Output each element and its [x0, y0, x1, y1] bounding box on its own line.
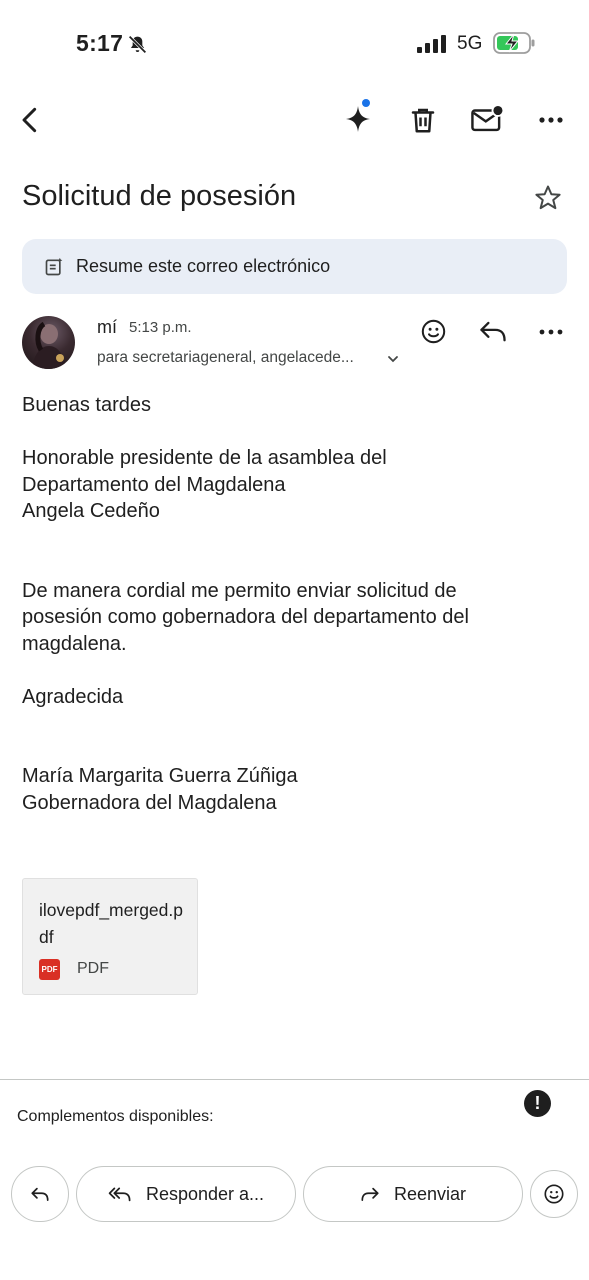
gemini-sparkle-icon[interactable] [343, 98, 377, 134]
emoji-reaction-button[interactable] [530, 1170, 578, 1218]
summarize-email-label: Resume este correo electrónico [76, 256, 331, 276]
body-line [22, 419, 567, 446]
attachment-type: PDF [77, 960, 109, 977]
more-horizontal-icon[interactable] [538, 112, 564, 128]
reply-all-icon [108, 1185, 132, 1203]
body-line: Departamento del Magdalena [22, 473, 286, 496]
attachment-name: ilovepdf_merged.pdf [39, 900, 183, 947]
body-line: María Margarita Guerra Zúñiga [22, 765, 298, 787]
recipients-label: para secretariageneral, angelacede... [97, 349, 354, 366]
body-line: Angela Cedeño [22, 500, 160, 522]
signal-icon [417, 35, 447, 53]
reply-all-button[interactable]: Responder a... [76, 1166, 296, 1222]
message-more-icon[interactable] [538, 324, 564, 340]
addons-label: Complementos disponibles: [17, 1108, 214, 1125]
body-line: posesión como gobernadora del departamen… [22, 606, 469, 628]
pdf-file-icon: PDF [39, 959, 60, 980]
emoji-react-icon[interactable] [420, 318, 447, 345]
trash-icon[interactable] [408, 104, 438, 136]
emoji-icon [543, 1183, 565, 1205]
body-line: De manera cordial me permito enviar soli… [22, 579, 457, 602]
body-line: Honorable presidente de la asamblea del [22, 447, 387, 469]
bell-off-icon [127, 34, 148, 55]
star-icon[interactable] [533, 183, 563, 213]
status-time: 5:17 [76, 30, 124, 56]
alert-icon[interactable]: ! [524, 1090, 551, 1117]
body-line [22, 551, 567, 578]
body-line: magdalena. [22, 632, 127, 655]
sent-time: 5:13 p.m. [129, 319, 192, 336]
reply-all-label: Responder a... [145, 1183, 265, 1204]
reply-icon[interactable] [478, 318, 508, 344]
summarize-email-chip[interactable]: Resume este correo electrónico [22, 239, 567, 294]
recipients-summary[interactable]: para secretariageneral, angelacede... [97, 349, 354, 367]
forward-icon [360, 1185, 380, 1203]
body-line: Agradecida [22, 685, 124, 708]
attachment-card[interactable]: ilovepdf_merged.pdf PDF PDF [22, 878, 198, 995]
body-line: Gobernadora del Magdalena [22, 791, 277, 814]
reply-icon [30, 1185, 50, 1203]
body-line [22, 710, 567, 737]
avatar[interactable] [22, 316, 75, 369]
body-line [22, 525, 567, 552]
mark-unread-icon[interactable] [470, 104, 504, 134]
body-line [22, 657, 567, 684]
sender-name: mí [97, 317, 117, 337]
divider [0, 1079, 589, 1080]
body-line [22, 737, 567, 764]
reply-button[interactable] [11, 1166, 69, 1222]
back-arrow-icon[interactable] [14, 104, 46, 136]
battery-charging-icon [493, 32, 535, 54]
email-subject: Solicitud de posesión [22, 180, 297, 212]
chevron-down-icon[interactable] [386, 352, 400, 366]
forward-label: Reenviar [393, 1183, 467, 1204]
forward-button[interactable]: Reenviar [303, 1166, 523, 1222]
network-label: 5G [457, 33, 483, 54]
body-line: Buenas tardes [22, 394, 151, 416]
summary-sparkle-doc-icon [44, 257, 64, 277]
email-body: Buenas tardes Honorable presidente de la… [22, 392, 567, 816]
